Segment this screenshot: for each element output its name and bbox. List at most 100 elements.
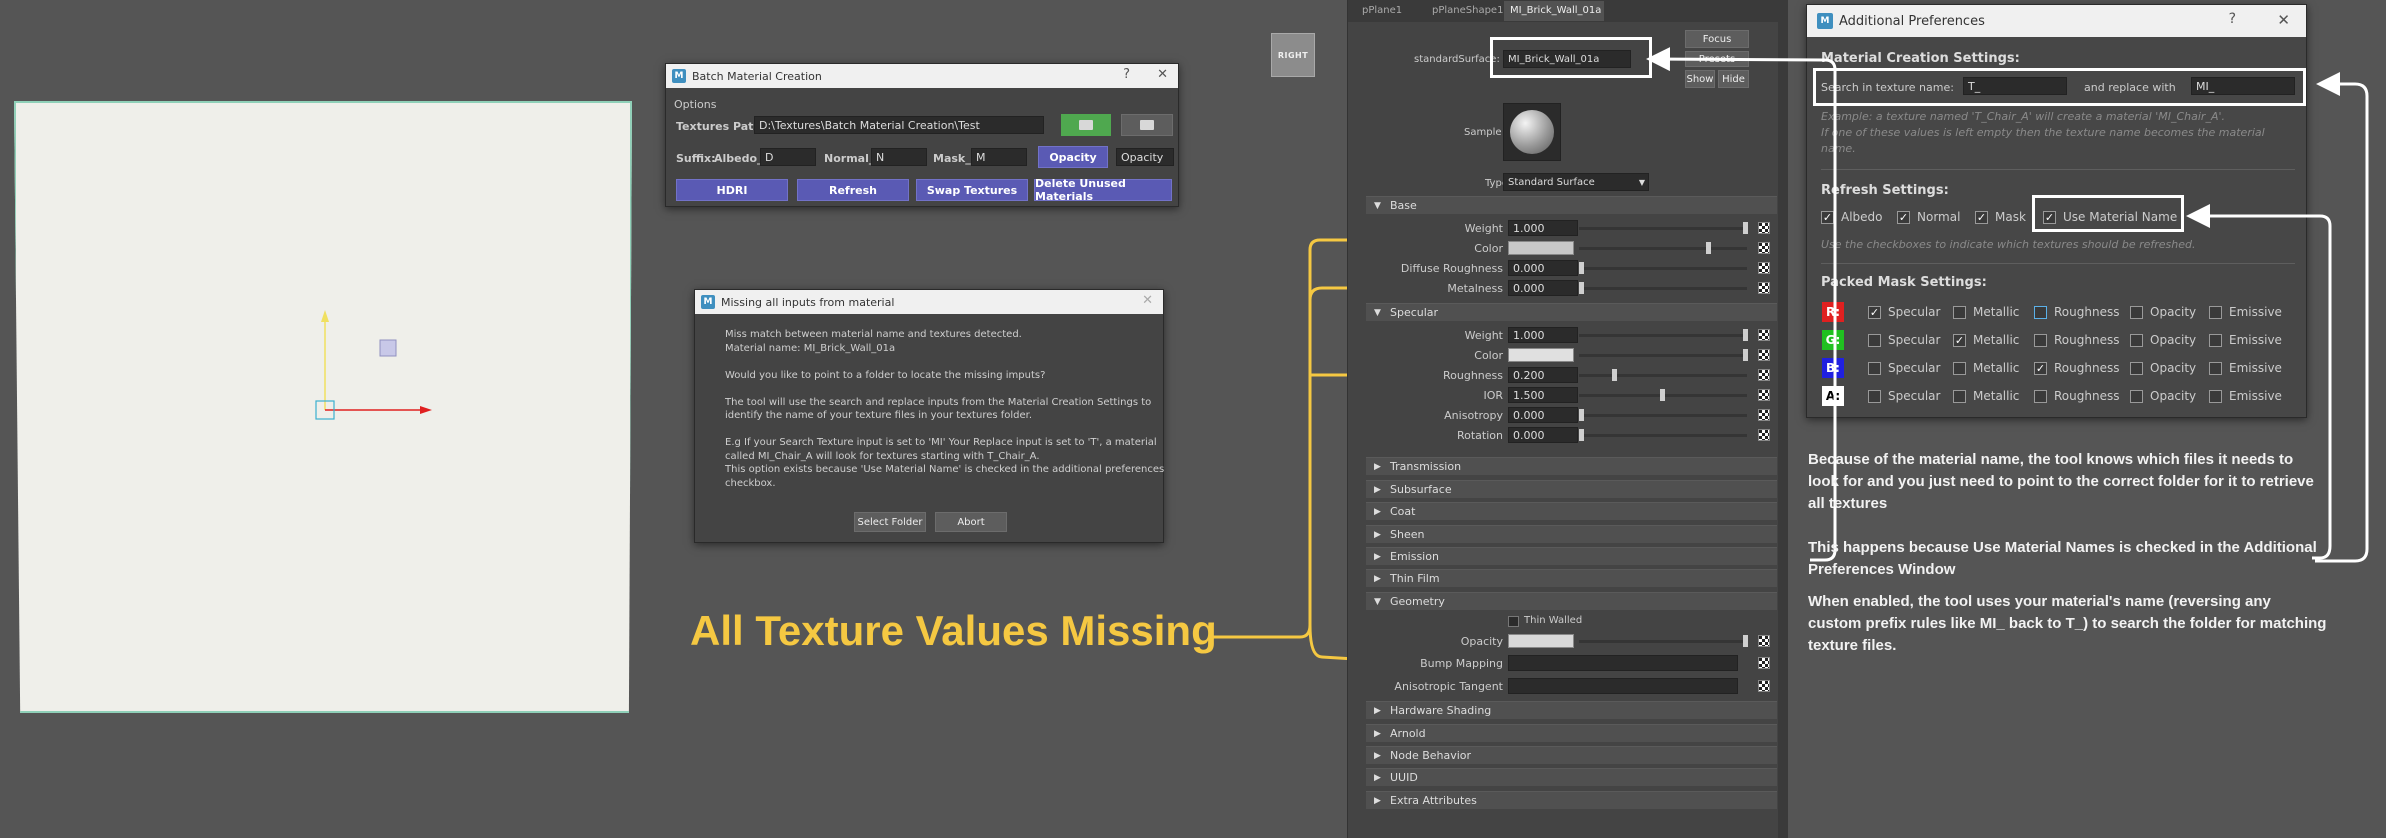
view-cube[interactable]: RIGHT	[1271, 33, 1315, 77]
folder-open-icon	[1079, 120, 1093, 130]
select-folder-button[interactable]: Select Folder	[854, 512, 926, 532]
weight-label: Weight	[1464, 329, 1503, 342]
ior-input[interactable]: 1.500	[1508, 387, 1578, 403]
help-button[interactable]: ?	[2229, 11, 2236, 27]
slider-knob[interactable]	[1579, 429, 1584, 441]
collapsed-triangle-icon: ▶	[1374, 552, 1381, 562]
tab-material[interactable]: MI_Brick_Wall_01a	[1504, 1, 1604, 21]
anisotropic-tangent-field[interactable]	[1508, 678, 1738, 694]
normal-suffix-input[interactable]: N	[871, 148, 927, 166]
thin-walled-label: Thin Walled	[1524, 615, 1583, 626]
section-node-behavior[interactable]: ▶ Node Behavior	[1366, 746, 1777, 764]
mask-label: Mask_	[933, 152, 971, 165]
metalness-label: Metalness	[1447, 282, 1503, 295]
collapsed-triangle-icon: ▶	[1374, 751, 1381, 761]
open-folder-button[interactable]	[1061, 114, 1111, 136]
opacity-button[interactable]: Opacity	[1038, 146, 1108, 168]
collapsed-triangle-icon: ▶	[1374, 574, 1381, 584]
section-label: Thin Film	[1390, 572, 1440, 585]
spec-color-swatch[interactable]	[1508, 348, 1574, 362]
anisotropic-tangent-label: Anisotropic Tangent	[1394, 680, 1503, 693]
type-value: Standard Surface	[1508, 177, 1595, 188]
metalness-input[interactable]: 0.000	[1508, 280, 1578, 296]
slider-knob[interactable]	[1579, 409, 1584, 421]
base-color-swatch[interactable]	[1508, 241, 1574, 255]
slider-knob[interactable]	[1612, 369, 1617, 381]
note-when-enabled: When enabled, the tool uses your materia…	[1808, 593, 2327, 654]
message-line: Would you like to point to a folder to l…	[725, 369, 1046, 381]
options-menu[interactable]: Options	[674, 98, 716, 111]
message-line: called MI_Chair_A will look for textures…	[725, 450, 1040, 462]
section-label: Node Behavior	[1390, 749, 1472, 762]
refresh-button[interactable]: Refresh	[797, 179, 909, 201]
base-weight-input[interactable]: 1.000	[1508, 220, 1578, 236]
thin-walled-checkbox[interactable]	[1508, 616, 1519, 627]
message-line	[725, 382, 1155, 396]
message-line: This option exists because 'Use Material…	[725, 464, 1165, 475]
slider-knob[interactable]	[1579, 282, 1584, 294]
bump-mapping-row: Bump Mapping	[1366, 654, 1777, 672]
collapsed-triangle-icon: ▶	[1374, 530, 1381, 540]
use-material-name-arrow	[2186, 204, 2332, 560]
close-icon[interactable]: ✕	[1142, 293, 1153, 308]
message-line	[725, 423, 1155, 437]
message-line: identify the name of your texture files …	[725, 410, 1033, 421]
color-label: Color	[1474, 349, 1503, 362]
type-dropdown[interactable]: Standard Surface ▼	[1503, 173, 1649, 191]
albedo-suffix-input[interactable]: D	[760, 148, 816, 166]
prefs-title-bar[interactable]: M Additional Preferences ? ✕	[1807, 5, 2306, 37]
missing-title: Missing all inputs from material	[721, 295, 895, 309]
bump-mapping-field[interactable]	[1508, 655, 1738, 671]
opacity-slider[interactable]	[1579, 640, 1747, 643]
slider-knob[interactable]	[1579, 262, 1584, 274]
missing-title-bar[interactable]: M Missing all inputs from material ✕	[695, 290, 1163, 314]
section-hardware-shading[interactable]: ▶ Hardware Shading	[1366, 701, 1777, 719]
collapsed-triangle-icon: ▶	[1374, 462, 1381, 472]
opacity-swatch[interactable]	[1508, 634, 1574, 648]
collapsed-triangle-icon: ▶	[1374, 773, 1381, 783]
message-line: The tool will use the search and replace…	[725, 396, 1152, 408]
textures-path-input[interactable]: D:\Textures\Batch Material Creation\Test	[754, 116, 1044, 134]
spec-roughness-input[interactable]: 0.200	[1508, 367, 1578, 383]
diffuse-roughness-input[interactable]: 0.000	[1508, 260, 1578, 276]
tab-pplaneshape1[interactable]: pPlaneShape1	[1432, 5, 1503, 16]
section-uuid[interactable]: ▶ UUID	[1366, 768, 1777, 786]
swap-textures-button[interactable]: Swap Textures	[916, 179, 1028, 201]
sample-swatch[interactable]	[1503, 103, 1561, 161]
albedo-label: Albedo_	[714, 152, 763, 165]
section-extra-attributes[interactable]: ▶ Extra Attributes	[1366, 791, 1777, 809]
spec-weight-input[interactable]: 1.000	[1508, 327, 1578, 343]
message-line: E.g If your Search Texture input is set …	[725, 437, 1157, 448]
collapsed-triangle-icon: ▶	[1374, 796, 1381, 806]
section-geometry-label: Geometry	[1390, 595, 1445, 608]
section-label: Extra Attributes	[1390, 794, 1477, 807]
anisotropy-input[interactable]: 0.000	[1508, 407, 1578, 423]
delete-unused-materials-button[interactable]: Delete Unused Materials	[1034, 177, 1172, 203]
close-icon[interactable]: ✕	[2277, 11, 2290, 29]
section-label: UUID	[1390, 771, 1418, 784]
normal-label: Normal_	[824, 152, 875, 165]
move-manipulator[interactable]	[300, 300, 440, 420]
folder-icon	[1140, 120, 1154, 130]
help-button[interactable]: ?	[1123, 67, 1130, 82]
map-button-icon[interactable]	[1758, 680, 1770, 692]
opacity-suffix-input[interactable]: Opacity	[1116, 148, 1174, 166]
batch-title-bar[interactable]: M Batch Material Creation ? ✕	[666, 64, 1178, 88]
section-label: Sheen	[1390, 528, 1425, 541]
close-icon[interactable]: ✕	[1157, 67, 1168, 82]
map-button-icon[interactable]	[1758, 657, 1770, 669]
anisotropy-label: Anisotropy	[1444, 409, 1503, 422]
rotation-input[interactable]: 0.000	[1508, 427, 1578, 443]
expanded-triangle-icon: ▼	[1374, 308, 1381, 318]
section-arnold[interactable]: ▶ Arnold	[1366, 724, 1777, 742]
note-material-name: Because of the material name, the tool k…	[1808, 451, 2314, 512]
roughness-label: Roughness	[1442, 369, 1503, 382]
browse-folder-button[interactable]	[1121, 114, 1173, 136]
tab-pplane1[interactable]: pPlane1	[1362, 5, 1402, 16]
mask-suffix-input[interactable]: M	[971, 148, 1027, 166]
attr-tab-bar: pPlane1 pPlaneShape1 MI_Brick_Wall_01a	[1348, 0, 1788, 22]
sample-label: Sample	[1464, 127, 1502, 138]
hdri-button[interactable]: HDRI	[676, 179, 788, 201]
section-label: Transmission	[1390, 460, 1462, 473]
abort-button[interactable]: Abort	[935, 512, 1007, 532]
